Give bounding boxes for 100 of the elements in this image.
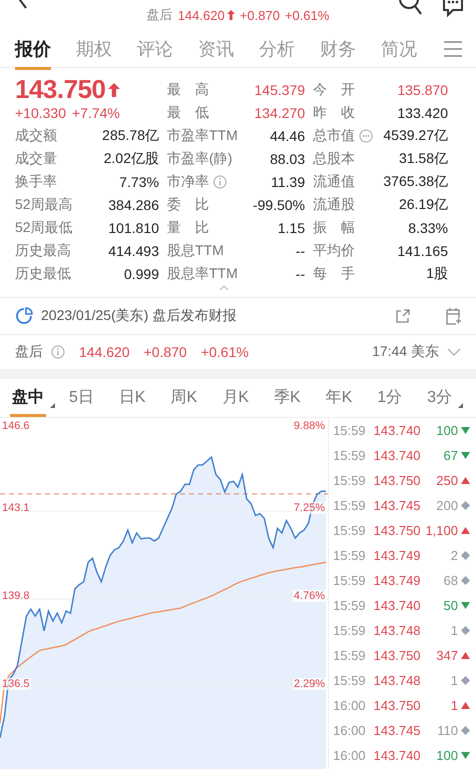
chart-tab[interactable]: 周K [168, 387, 200, 417]
trade-time: 15:59 [333, 548, 366, 563]
pie-chart-icon [15, 307, 33, 325]
diamond-icon [461, 501, 470, 510]
field-value: 4539.27亿 [382, 126, 448, 144]
trade-time: 15:59 [333, 673, 366, 688]
trade-time: 15:59 [333, 498, 366, 513]
trade-volume: 347 [436, 648, 458, 663]
trade-volume: 250 [436, 473, 458, 488]
chart-tab[interactable]: 1分 [375, 387, 404, 417]
tab[interactable]: 报价 [15, 31, 51, 70]
calendar-add-icon[interactable] [445, 307, 461, 325]
info-icon[interactable] [51, 345, 65, 359]
field-value: -99.50% [252, 196, 305, 212]
trade-volume: 2 [450, 548, 458, 563]
tab[interactable]: 评论 [137, 31, 173, 70]
up-triangle-icon [461, 652, 470, 659]
axis-label: 2.29% [292, 678, 326, 690]
field-value: 1股 [425, 264, 448, 282]
price-change: +0.870 [144, 344, 187, 360]
field-value: 135.870 [396, 82, 448, 98]
menu-icon[interactable] [442, 40, 464, 58]
field-label: 成交量 [15, 150, 57, 168]
field-value: 414.493 [107, 242, 159, 258]
trade-price: 143.740 [374, 598, 421, 613]
trade-time: 16:00 [333, 723, 366, 738]
chart-tab[interactable]: 月K [220, 387, 251, 417]
trade-volume: 1 [450, 673, 458, 688]
field-label: 委 比 [167, 196, 209, 214]
diamond-icon [461, 551, 470, 560]
field-label: 股息率TTM [167, 264, 238, 282]
tab[interactable]: 期权 [76, 31, 112, 70]
percent-change: +0.61% [200, 344, 249, 360]
trade-time: 16:00 [333, 698, 366, 713]
chart-tab[interactable]: 3分 [425, 387, 454, 417]
field-label: 总市值 [313, 126, 355, 144]
field-value: 2.02亿股 [102, 150, 159, 168]
tab[interactable]: 分析 [259, 31, 295, 70]
field-value: 11.39 [270, 174, 305, 190]
after-hours-price: 144.620 [178, 8, 225, 22]
trade-price: 143.750 [374, 523, 421, 538]
trade-time: 15:59 [333, 523, 366, 538]
axis-label: 9.88% [292, 420, 326, 432]
trade-time: 16:00 [333, 748, 366, 763]
field-value: 8.33% [407, 220, 448, 236]
trade-volume: 50 [444, 598, 458, 613]
trade-time: 15:59 [333, 448, 366, 463]
expand-caret-icon[interactable] [218, 285, 228, 291]
trade-time: 15:59 [333, 573, 366, 588]
tab[interactable]: 资讯 [198, 31, 234, 70]
tab[interactable]: 财务 [320, 31, 356, 70]
trade-price: 143.745 [374, 498, 421, 513]
chart-tab[interactable]: 盘中 [10, 387, 46, 417]
trade-volume: 100 [436, 748, 458, 763]
chart-tab[interactable]: 日K [116, 387, 148, 417]
chart-tab[interactable]: 年K [324, 387, 354, 417]
trade-price: 143.750 [374, 698, 421, 713]
trade-price: 143.750 [374, 473, 421, 488]
up-arrow-icon [108, 82, 120, 96]
axis-label: 143.1 [1, 502, 31, 514]
up-triangle-icon [461, 527, 470, 534]
after-hours-price: 144.620 [79, 344, 130, 360]
down-triangle-icon [461, 602, 470, 609]
field-value: 384.286 [107, 196, 159, 212]
trade-price: 143.750 [374, 648, 421, 663]
diamond-icon [461, 576, 470, 585]
field-label: 市盈率TTM [167, 126, 238, 144]
trade-price: 143.748 [374, 673, 421, 688]
field-label: 股息TTM [167, 242, 224, 260]
trade-time: 15:59 [333, 473, 366, 488]
field-label: 市盈率(静) [167, 150, 232, 168]
tab[interactable]: 简况 [381, 31, 417, 70]
down-triangle-icon [461, 452, 470, 459]
field-label: 总股本 [313, 150, 355, 168]
trade-price: 143.749 [374, 548, 421, 563]
session-label: 盘后 [15, 343, 43, 361]
diamond-icon [461, 676, 470, 685]
field-label: 流通股 [313, 196, 355, 214]
share-icon[interactable] [395, 308, 411, 324]
trade-price: 143.748 [374, 623, 421, 638]
trade-volume: 100 [436, 423, 458, 438]
field-label: 历史最低 [15, 264, 71, 282]
trade-price: 143.740 [374, 448, 421, 463]
field-label: 每 手 [313, 264, 355, 282]
trade-time: 15:59 [333, 623, 366, 638]
field-label: 平均价 [313, 242, 355, 260]
field-label: 市净率 [167, 172, 209, 190]
info-icon[interactable] [213, 174, 227, 188]
chevron-down-icon[interactable] [447, 347, 461, 357]
price-change: +0.870 [240, 8, 280, 22]
diamond-icon [461, 626, 470, 635]
field-label: 振 幅 [313, 218, 355, 236]
chart-tab[interactable]: 5日 [67, 387, 96, 417]
field-label: 52周最高 [15, 196, 73, 214]
more-icon[interactable] [359, 128, 373, 142]
percent-change: +0.61% [284, 8, 330, 22]
field-label: 昨 收 [313, 104, 355, 122]
field-value: 285.78亿 [101, 126, 159, 144]
down-triangle-icon [461, 427, 470, 434]
chart-tab[interactable]: 季K [272, 387, 303, 417]
